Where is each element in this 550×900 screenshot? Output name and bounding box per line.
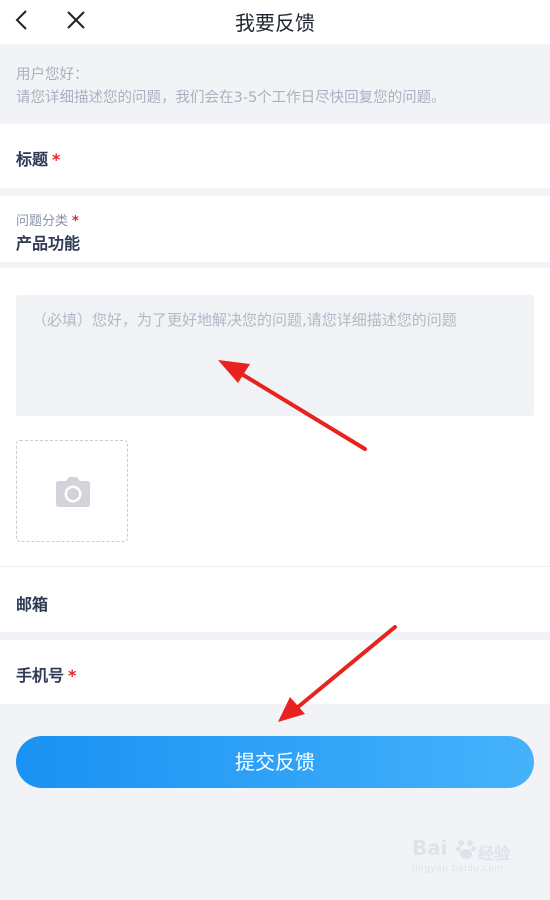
phone-field[interactable]: 手机号 * [0, 640, 550, 704]
category-label: 问题分类 [16, 214, 69, 229]
image-upload-button[interactable] [16, 440, 128, 542]
required-mark: * [52, 150, 61, 169]
baidu-jingyan-watermark: Bai 经验 jingyan.baidu.com [412, 836, 522, 884]
email-field[interactable]: 邮箱 [0, 566, 550, 632]
submit-feedback-button[interactable]: 提交反馈 [16, 736, 534, 788]
page-title: 我要反馈 [235, 11, 315, 35]
watermark-brand: Bai [412, 836, 448, 860]
description-section: （必填）您好，为了更好地解决您的问题,请您详细描述您的问题 [0, 268, 550, 566]
email-label: 邮箱 [16, 595, 49, 614]
category-select[interactable]: 问题分类 * 产品功能 [0, 196, 550, 262]
required-mark: * [68, 666, 77, 685]
description-placeholder: （必填）您好，为了更好地解决您的问题,请您详细描述您的问题 [32, 311, 457, 329]
paw-icon [456, 840, 476, 859]
watermark-name: 经验 [478, 844, 511, 863]
notice-greeting: 用户您好： [16, 67, 89, 83]
watermark-url: jingyan.baidu.com [412, 864, 504, 874]
header-bar: 我要反馈 [0, 0, 550, 44]
notice-text: 用户您好： 请您详细描述您的问题，我们会在3-5个工作日尽快回复您的问题。 [0, 48, 550, 120]
title-field[interactable]: 标题 * [0, 124, 550, 188]
notice-description: 请您详细描述您的问题，我们会在3-5个工作日尽快回复您的问题。 [16, 90, 446, 106]
required-mark: * [72, 214, 79, 229]
title-label: 标题 [16, 150, 49, 169]
category-value: 产品功能 [16, 234, 81, 253]
phone-label: 手机号 [16, 666, 65, 685]
description-textarea[interactable]: （必填）您好，为了更好地解决您的问题,请您详细描述您的问题 [16, 295, 534, 416]
camera-icon [56, 477, 90, 507]
